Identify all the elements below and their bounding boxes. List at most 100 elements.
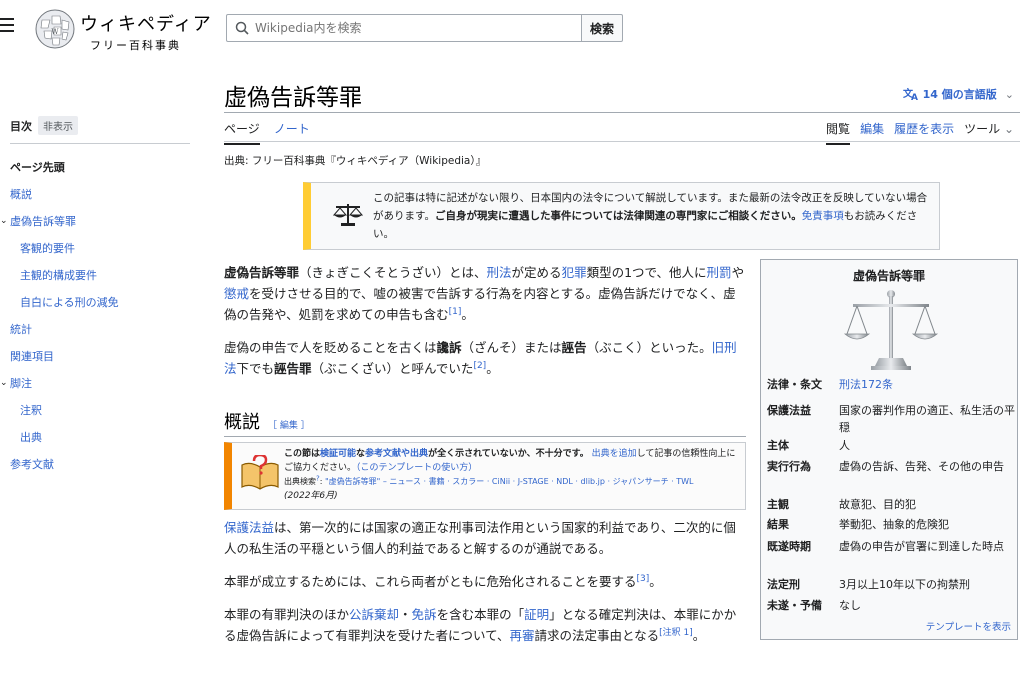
infobox-row: 保護法益 国家の審判作用の適正、私生活の平穏: [767, 402, 1015, 436]
text: この節は: [284, 449, 321, 459]
intro-paragraph-1: 虚偽告訴等罪（きょぎこくそとうざい）とは、刑法が定める犯罪類型の1つで、他人に刑…: [224, 262, 746, 325]
link-choukai[interactable]: 懲戒: [224, 286, 249, 301]
text: 下でも: [236, 361, 275, 376]
infobox-value[interactable]: 刑法172条: [839, 376, 1015, 393]
reference-2[interactable]: [2]: [473, 361, 486, 371]
text: が全く示されていないか、不十分です。: [428, 449, 589, 459]
source-search-row: 出典検索?: "虚偽告訴等罪" – ニュース · 書籍 · スカラー · CiN…: [284, 474, 694, 486]
view-template-link[interactable]: テンプレートを表示: [926, 619, 1011, 633]
search-input[interactable]: [255, 18, 575, 38]
link-kousokikyaku[interactable]: 公訴棄却: [349, 607, 399, 622]
source-search-help[interactable]: ?: [316, 474, 320, 482]
scales-of-justice-image: [843, 290, 939, 370]
main-menu-icon[interactable]: [0, 14, 16, 36]
text: （ざんそ）または: [461, 340, 562, 355]
infobox-row: 法定刑 3月以上10年以下の拘禁刑: [767, 576, 1015, 593]
wordmark-tagline: フリー百科事典: [90, 39, 181, 52]
reference-1[interactable]: [1]: [449, 307, 462, 317]
term-bold: 讒訴: [436, 340, 462, 355]
toc-item[interactable]: 概説: [10, 181, 190, 208]
article-intro: 虚偽告訴等罪（きょぎこくそとうざい）とは、刑法が定める犯罪類型の1つで、他人に刑…: [224, 262, 746, 391]
infobox-row: 主体 人: [767, 437, 1015, 454]
text: 本罪の有罪判決のほか: [224, 607, 350, 622]
infobox-row: 既遂時期 虚偽の申告が官署に到達した時点: [767, 538, 1015, 555]
infobox-row: 未遂・予備 なし: [767, 597, 1015, 614]
site-header: W ウィキペディア フリー百科事典 検索: [0, 0, 1024, 56]
table-of-contents: 目次 非表示 ページ先頭概説 ⌄ 虚偽告訴等罪 客観的要件 主観的構成要件 自白による刑の…: [0, 116, 190, 478]
link-keiho[interactable]: 刑法: [487, 265, 512, 280]
link-hanzai[interactable]: 犯罪: [562, 265, 587, 280]
search-box: [226, 14, 582, 42]
link-add-source[interactable]: 出典を追加: [592, 449, 637, 459]
chevron-down-icon: ⌄: [1003, 122, 1014, 136]
toc-item-label: ページ先頭: [10, 161, 65, 174]
link-references[interactable]: 参考文献や出典: [365, 449, 428, 459]
toc-item[interactable]: 関連項目: [10, 343, 190, 370]
chevron-down-icon: ⌄: [1004, 87, 1014, 101]
link-menso[interactable]: 免訴: [412, 607, 437, 622]
text: や: [731, 265, 745, 280]
text: 。: [649, 574, 662, 589]
infobox-title: 虚偽告訴等罪: [852, 269, 925, 283]
notice-date: (2022年6月): [284, 491, 338, 501]
infobox-value: 虚偽の申告が官署に到達した時点: [839, 540, 1004, 553]
text: な: [356, 449, 366, 459]
text: （ぶこくざい）と呼んでいた: [311, 361, 474, 376]
infobox-row: 主観 故意犯、目的犯: [767, 496, 1015, 513]
link-verifiable[interactable]: 検証可能: [320, 449, 356, 459]
section-body: 保護法益は、第一次的には国家の適正な刑事司法作用という国家的利益であり、二次的に…: [224, 517, 746, 658]
search-button[interactable]: 検索: [581, 14, 623, 42]
toc-item[interactable]: 注釈: [10, 397, 190, 424]
toc-header: 目次 非表示: [10, 116, 190, 144]
toc-item[interactable]: ⌄ 脚注: [0, 370, 190, 397]
toc-title: 目次: [10, 119, 32, 133]
infobox-label: 主体: [767, 439, 789, 452]
language-button[interactable]: 文 A 14 個の言語版 ⌄: [903, 86, 1014, 102]
legal-notice-box: この記事は特に記述がない限り、日本国内の法令について解説しています。また最新の法…: [303, 182, 940, 250]
toc-toggle-icon[interactable]: ⌄: [0, 370, 8, 397]
disclaimer-link[interactable]: 免責事項: [802, 210, 844, 222]
toc-toggle-icon[interactable]: ⌄: [0, 208, 8, 235]
infobox-label: 保護法益: [767, 404, 811, 417]
toc-item[interactable]: 客観的要件: [10, 235, 190, 262]
toc-item[interactable]: 自白による刑の減免: [10, 289, 190, 316]
wordmark-name: ウィキペディア: [80, 14, 212, 35]
text: が定める: [511, 265, 562, 280]
link-keibatsu[interactable]: 刑罰: [707, 265, 732, 280]
toc-item[interactable]: ページ先頭: [10, 154, 190, 181]
text: は、第一次的には国家の適正な刑事司法作用という国家的利益であり、二次的に個人の私…: [224, 520, 736, 556]
toc-item-label: 概説: [10, 188, 32, 201]
text: ・: [399, 607, 412, 622]
link-shoumei[interactable]: 証明: [524, 607, 549, 622]
section-paragraph-3: 本罪の有罪判決のほか公訴棄却・免訴を含む本罪の「証明」となる確定判決は、本罪にか…: [224, 604, 746, 646]
intro-paragraph-2: 虚偽の申告で人を貶めることを古くは讒訴（ざんそ）または誣告（ぶこく）といった。旧…: [224, 337, 746, 379]
text: 。: [461, 307, 474, 322]
toc-item[interactable]: 統計: [10, 316, 190, 343]
toc-hide-button[interactable]: 非表示: [38, 116, 78, 135]
link-saishin[interactable]: 再審: [510, 628, 535, 643]
infobox-row: 実行行為 虚偽の告訴、告発、その他の申告: [767, 458, 1015, 475]
section-edit-link[interactable]: ［ 編集 ］: [268, 421, 310, 431]
text: （きょぎこくそとうざい）とは、: [299, 265, 487, 280]
infobox-label: 法律・条文: [767, 378, 822, 391]
wikipedia-globe-logo[interactable]: W: [30, 6, 80, 52]
title-divider: [224, 112, 1020, 113]
toc-item[interactable]: 参考文献: [10, 451, 190, 478]
toc-item[interactable]: 主観的構成要件: [10, 262, 190, 289]
infobox-value: 3月以上10年以下の拘禁刑: [839, 578, 970, 591]
link-hogohoueki[interactable]: 保護法益: [224, 520, 274, 535]
legal-notice-text: この記事は特に記述がない限り、日本国内の法令について解説しています。また最新の法…: [373, 189, 933, 243]
source-search-links[interactable]: "虚偽告訴等罪" – ニュース · 書籍 · スカラー · CiNii · J-…: [325, 477, 694, 486]
section-title: 概説: [224, 412, 260, 433]
reference-3[interactable]: [3]: [637, 574, 650, 584]
wordmark[interactable]: ウィキペディア フリー百科事典: [80, 10, 212, 53]
citation-needed-text: この節は検証可能な参考文献や出典が全く示されていないか、不十分です。 出典を追加…: [284, 447, 744, 503]
toc-item[interactable]: 出典: [10, 424, 190, 451]
search-icon: [235, 21, 249, 35]
link-template-usage[interactable]: （このテンプレートの使い方）: [356, 463, 477, 473]
toc-list: ページ先頭概説 ⌄ 虚偽告訴等罪 客観的要件 主観的構成要件 自白による刑の減免統計関連項…: [0, 154, 190, 478]
infobox-label: 結果: [767, 518, 789, 531]
toc-item-label: 統計: [10, 323, 32, 336]
note-1[interactable]: [注釈 1]: [659, 628, 693, 638]
toc-item[interactable]: ⌄ 虚偽告訴等罪: [0, 208, 190, 235]
